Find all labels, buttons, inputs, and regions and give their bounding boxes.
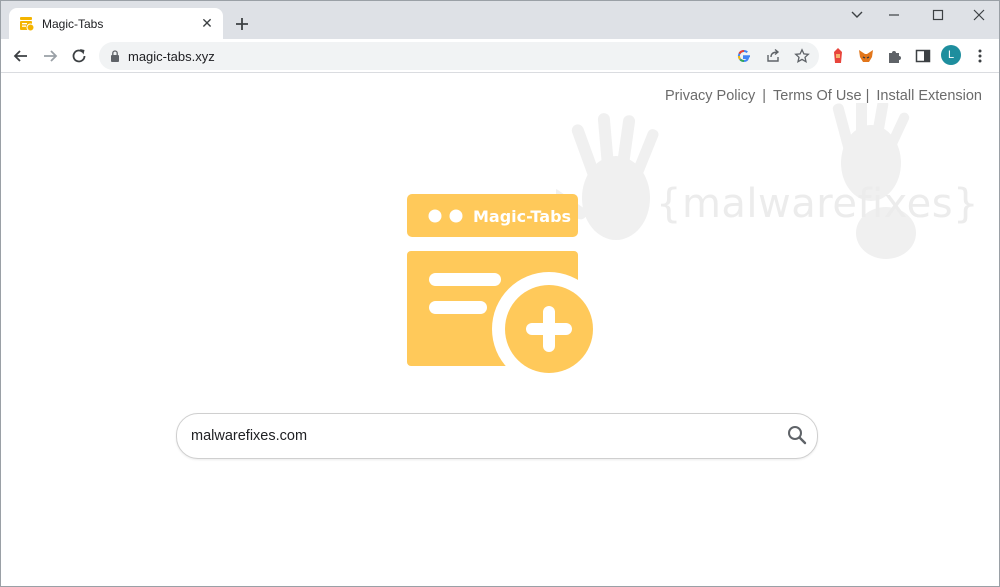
arrow-right-icon[interactable] xyxy=(41,47,59,65)
watermark-text: {malwarefixes} xyxy=(656,181,979,227)
logo-text: Magic-Tabs xyxy=(473,207,571,226)
browser-window: Magic-Tabs ✕ magic-tabs.xyz L Privacy Po… xyxy=(0,0,1000,587)
magnifier-icon[interactable] xyxy=(786,424,808,446)
tab-strip: Magic-Tabs ✕ xyxy=(1,1,999,39)
lock-icon[interactable] xyxy=(110,50,120,62)
magic-tabs-favicon-icon xyxy=(20,17,34,31)
extension-gem-icon[interactable] xyxy=(829,47,847,65)
close-icon[interactable]: ✕ xyxy=(199,15,215,31)
header-links: Privacy Policy | Terms Of Use | Install Exte… xyxy=(665,88,982,104)
plus-icon[interactable] xyxy=(232,14,252,34)
watermark: {malwarefixes} xyxy=(556,103,979,273)
privacy-policy-link[interactable]: Privacy Policy xyxy=(665,88,755,104)
address-url[interactable]: magic-tabs.xyz xyxy=(128,49,215,64)
arrow-left-icon[interactable] xyxy=(12,47,30,65)
tab-title: Magic-Tabs xyxy=(42,17,104,31)
address-bar[interactable]: magic-tabs.xyz xyxy=(99,42,819,70)
link-separator: | xyxy=(762,88,766,104)
install-extension-link[interactable]: Install Extension xyxy=(876,88,982,104)
profile-avatar[interactable]: L xyxy=(941,45,961,65)
reload-icon[interactable] xyxy=(70,47,88,65)
share-icon[interactable] xyxy=(765,48,781,64)
browser-tab[interactable]: Magic-Tabs ✕ xyxy=(9,8,223,39)
search-box[interactable] xyxy=(176,413,818,459)
terms-of-use-link[interactable]: Terms Of Use xyxy=(773,88,862,104)
menu-kebab-icon[interactable] xyxy=(971,47,989,65)
page-content: Privacy Policy | Terms Of Use | Install Exte… xyxy=(1,73,999,586)
side-panel-icon[interactable] xyxy=(914,47,932,65)
link-separator: | xyxy=(865,88,870,104)
browser-toolbar: magic-tabs.xyz xyxy=(1,39,999,73)
maximize-icon[interactable] xyxy=(927,7,949,23)
search-input[interactable] xyxy=(189,422,773,450)
tab-search-chevron-down-icon[interactable] xyxy=(846,7,868,23)
magic-tabs-logo: Magic-Tabs xyxy=(407,194,599,380)
google-icon[interactable] xyxy=(736,48,752,64)
extensions-puzzle-icon[interactable] xyxy=(886,47,904,65)
star-icon[interactable] xyxy=(794,48,810,64)
window-close-icon[interactable] xyxy=(968,7,990,23)
minimize-icon[interactable] xyxy=(883,7,905,23)
metamask-fox-icon[interactable] xyxy=(857,47,875,65)
